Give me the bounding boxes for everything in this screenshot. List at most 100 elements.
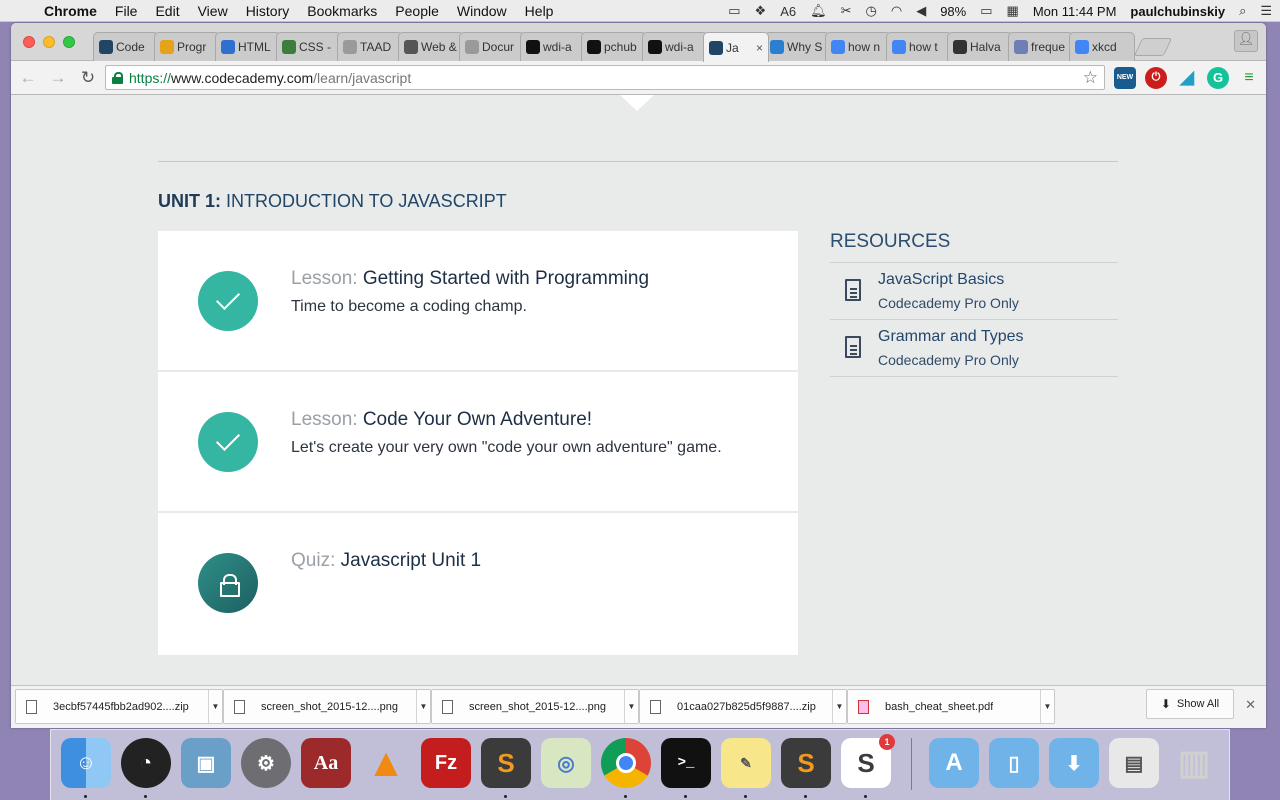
show-all-downloads-button[interactable]: ⬇ Show All <box>1146 689 1234 719</box>
menu-bookmarks[interactable]: Bookmarks <box>307 3 377 19</box>
browser-tab[interactable]: how t <box>886 32 952 61</box>
lesson-title[interactable]: Lesson: Code Your Own Adventure! <box>291 409 722 431</box>
download-item[interactable]: 3ecbf57445fbb2ad902....zip ▼ <box>15 689 223 724</box>
preview-icon[interactable]: ▣ <box>181 738 231 788</box>
browser-tab[interactable]: wdi-a <box>520 32 586 61</box>
profile-button[interactable]: 👤︎ <box>1234 30 1258 52</box>
close-window-button[interactable] <box>23 36 35 48</box>
menu-app-name[interactable]: Chrome <box>44 3 97 19</box>
reload-button[interactable]: ↻ <box>75 68 101 88</box>
menu-history[interactable]: History <box>246 3 290 19</box>
notification-bell-icon[interactable]: 🔔︎ <box>810 3 827 19</box>
notification-center-icon[interactable]: ☰ <box>1260 3 1272 19</box>
filezilla-icon[interactable]: Fz <box>421 738 471 788</box>
menu-window[interactable]: Window <box>457 3 507 19</box>
stickies-icon[interactable]: ✎ <box>721 738 771 788</box>
resource-title[interactable]: JavaScript Basics <box>878 271 1004 289</box>
wifi-icon[interactable]: ◠ <box>891 3 902 19</box>
clock[interactable]: Mon 11:44 PM <box>1033 4 1117 19</box>
bookmark-star-icon[interactable]: ☆ <box>1083 68 1098 88</box>
browser-tab[interactable]: freque <box>1008 32 1074 61</box>
menu-help[interactable]: Help <box>525 3 554 19</box>
spotlight-search-icon[interactable]: ⌕ <box>1239 3 1246 19</box>
back-button[interactable]: ← <box>15 68 41 88</box>
resource-title[interactable]: Grammar and Types <box>878 328 1024 346</box>
browser-tab[interactable]: HTML <box>215 32 281 61</box>
quiz-title[interactable]: Quiz: Javascript Unit 1 <box>291 550 481 572</box>
running-indicator <box>84 795 87 798</box>
browser-tab[interactable]: CSS - <box>276 32 342 61</box>
menu-view[interactable]: View <box>198 3 228 19</box>
volume-icon[interactable]: ◀ <box>916 3 926 19</box>
download-menu-caret[interactable]: ▼ <box>1040 690 1054 723</box>
calendar-icon[interactable]: ▦ <box>1007 3 1019 19</box>
grammarly-extension-icon[interactable]: G <box>1207 66 1229 89</box>
new-tab-button[interactable] <box>1133 38 1173 56</box>
browser-tab[interactable]: Web & <box>398 32 464 61</box>
kami-extension-icon[interactable]: ◢ <box>1176 67 1198 89</box>
quiz-card[interactable]: Quiz: Javascript Unit 1 <box>158 513 798 655</box>
dropbox-icon[interactable]: ❖ <box>755 3 767 19</box>
zoom-window-button[interactable] <box>63 36 75 48</box>
vlc-icon[interactable]: ▲ <box>361 738 411 788</box>
menu-file[interactable]: File <box>115 3 138 19</box>
browser-tab[interactable]: xkcd <box>1069 32 1135 61</box>
browser-tab[interactable]: wdi-a <box>642 32 708 61</box>
sublime-text-icon[interactable]: S <box>781 738 831 788</box>
browser-tab[interactable]: TAAD <box>337 32 403 61</box>
browser-tab[interactable]: Halva <box>947 32 1013 61</box>
address-bar[interactable]: https://www.codecademy.com/learn/javascr… <box>105 65 1105 90</box>
drive-icon[interactable]: ▭ <box>728 3 740 19</box>
dictionary-icon[interactable]: Aa <box>301 738 351 788</box>
lesson-title[interactable]: Lesson: Getting Started with Programming <box>291 268 649 290</box>
adobe-icon[interactable]: A6 <box>780 4 796 19</box>
time-machine-icon[interactable]: ◷ <box>866 3 877 19</box>
download-item[interactable]: screen_shot_2015-12....png ▼ <box>431 689 639 724</box>
download-menu-caret[interactable]: ▼ <box>832 690 846 723</box>
download-menu-caret[interactable]: ▼ <box>208 690 222 723</box>
browser-tab[interactable]: Ja × <box>703 32 769 62</box>
finder-icon[interactable]: ☺ <box>61 738 111 788</box>
maps-icon[interactable]: ◎ <box>541 738 591 788</box>
download-item[interactable]: screen_shot_2015-12....png ▼ <box>223 689 431 724</box>
close-tab-icon[interactable]: × <box>756 41 763 55</box>
browser-tab[interactable]: pchub <box>581 32 647 61</box>
adblock-extension-icon[interactable]: ⏻ <box>1145 66 1167 89</box>
browser-tab[interactable]: how n <box>825 32 891 61</box>
applications-folder-icon[interactable]: A <box>929 738 979 788</box>
battery-icon[interactable]: ▭ <box>980 3 992 19</box>
downloads-folder-icon[interactable]: ⬇ <box>1049 738 1099 788</box>
user-name[interactable]: paulchubinskiy <box>1130 4 1225 19</box>
browser-tab[interactable]: Why S <box>764 32 830 61</box>
lesson-card[interactable]: Lesson: Code Your Own Adventure! Let's c… <box>158 372 798 513</box>
menu-edit[interactable]: Edit <box>155 3 179 19</box>
close-downloads-bar-icon[interactable]: ✕ <box>1245 697 1256 713</box>
sublime-text-icon[interactable]: S <box>481 738 531 788</box>
browser-tab[interactable]: Progr <box>154 32 220 61</box>
extension-new-icon[interactable]: NEW <box>1114 66 1136 89</box>
trash-icon[interactable]: ▥ <box>1169 738 1219 788</box>
download-item[interactable]: bash_cheat_sheet.pdf ▼ <box>847 689 1055 724</box>
recent-files-stack-icon[interactable]: ▤ <box>1109 738 1159 788</box>
css-icon <box>282 40 296 54</box>
battery-percent[interactable]: 98% <box>940 4 966 19</box>
resource-item[interactable]: JavaScript Basics Codecademy Pro Only <box>830 263 1118 320</box>
dashboard-icon[interactable]: ◔ <box>121 738 171 788</box>
documents-folder-icon[interactable]: ▯ <box>989 738 1039 788</box>
forward-button[interactable]: → <box>45 68 71 88</box>
slack-icon[interactable]: S1 <box>841 734 895 788</box>
browser-tab[interactable]: Docur <box>459 32 525 61</box>
minimize-window-button[interactable] <box>43 36 55 48</box>
chrome-menu-icon[interactable]: ≡ <box>1238 67 1260 89</box>
lesson-card[interactable]: Lesson: Getting Started with Programming… <box>158 231 798 372</box>
resource-item[interactable]: Grammar and Types Codecademy Pro Only <box>830 320 1118 377</box>
menu-people[interactable]: People <box>395 3 439 19</box>
google-chrome-icon[interactable] <box>601 738 651 788</box>
download-menu-caret[interactable]: ▼ <box>416 690 430 723</box>
browser-tab[interactable]: Code <box>93 32 159 61</box>
download-menu-caret[interactable]: ▼ <box>624 690 638 723</box>
download-item[interactable]: 01caa027b825d5f9887....zip ▼ <box>639 689 847 724</box>
system-preferences-icon[interactable]: ⚙ <box>241 738 291 788</box>
terminal-icon[interactable]: >_ <box>661 738 711 788</box>
scissors-icon[interactable]: ✂ <box>841 3 852 19</box>
